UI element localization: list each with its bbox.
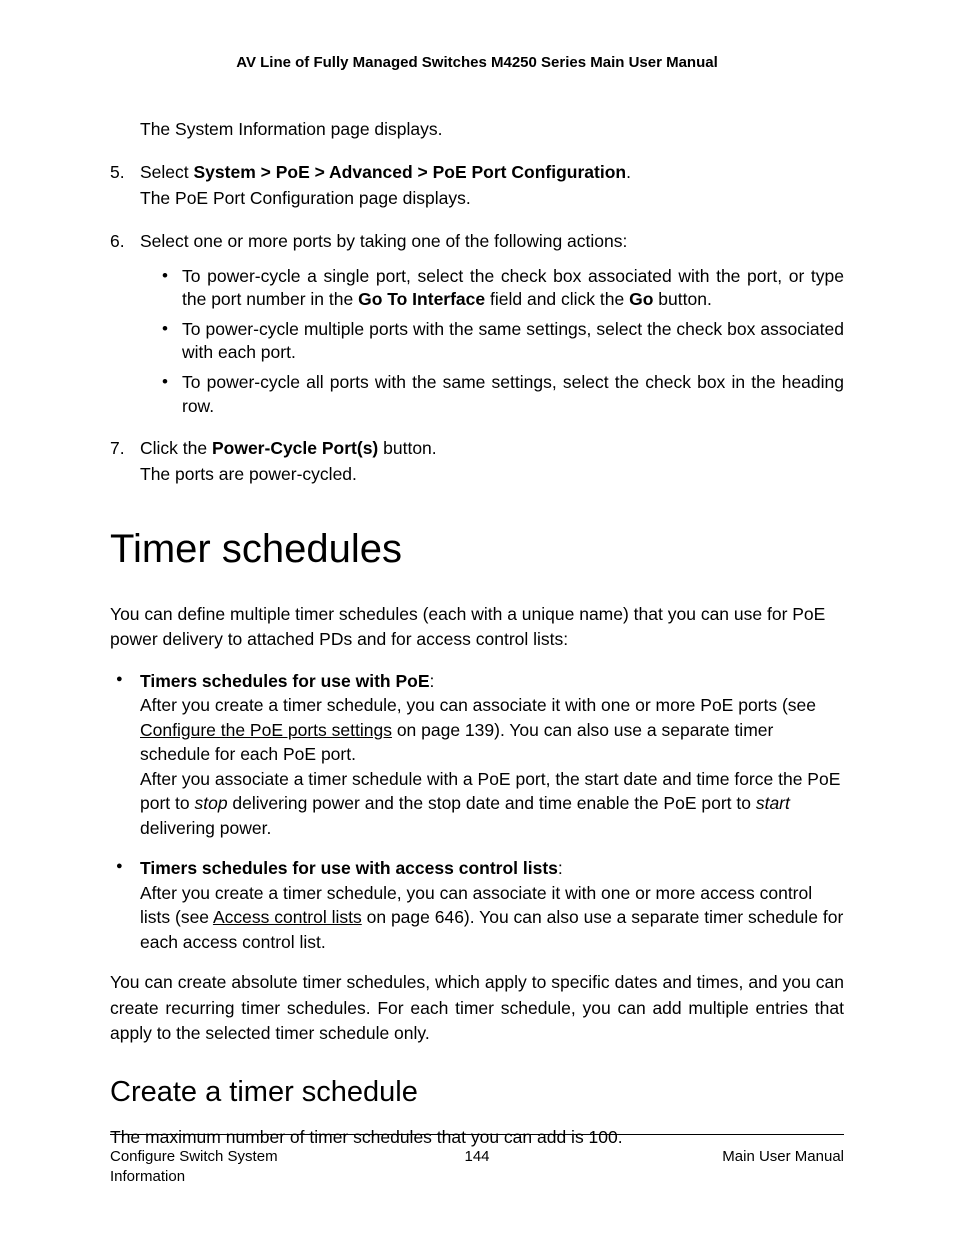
- step-after: The PoE Port Configuration page displays…: [140, 188, 471, 208]
- footer-rule: [110, 1134, 844, 1135]
- step-text: Select System > PoE > Advanced > PoE Por…: [140, 162, 631, 182]
- step-number: 5.: [110, 160, 125, 185]
- step-list: 5. Select System > PoE > Advanced > PoE …: [110, 160, 844, 487]
- section-heading-timer-schedules: Timer schedules: [110, 527, 844, 572]
- section-intro: You can define multiple timer schedules …: [110, 602, 844, 653]
- bullet-item: To power-cycle all ports with the same s…: [140, 371, 844, 418]
- link-access-control-lists[interactable]: Access control lists: [213, 907, 362, 927]
- step-text: Select one or more ports by taking one o…: [140, 231, 627, 251]
- page-number: 144: [356, 1147, 598, 1188]
- step-after: The ports are power-cycled.: [140, 464, 357, 484]
- intro-line: The System Information page displays.: [140, 117, 844, 142]
- footer-left: Configure Switch System Information: [110, 1147, 352, 1188]
- link-configure-poe-ports[interactable]: Configure the PoE ports settings: [140, 720, 392, 740]
- step-text: Click the Power-Cycle Port(s) button.: [140, 438, 437, 458]
- step-5: 5. Select System > PoE > Advanced > PoE …: [110, 160, 844, 211]
- page: AV Line of Fully Managed Switches M4250 …: [0, 0, 954, 1235]
- action-bullets: To power-cycle a single port, select the…: [140, 265, 844, 419]
- page-footer: Configure Switch System Information 144 …: [110, 1134, 844, 1188]
- subsection-heading-create-timer: Create a timer schedule: [110, 1076, 844, 1109]
- footer-right: Main User Manual: [602, 1147, 844, 1188]
- step-number: 7.: [110, 436, 125, 461]
- desc-item-acl: Timers schedules for use with access con…: [110, 856, 844, 954]
- bullet-item: To power-cycle a single port, select the…: [140, 265, 844, 312]
- bullet-item: To power-cycle multiple ports with the s…: [140, 318, 844, 365]
- section-outro: You can create absolute timer schedules,…: [110, 970, 844, 1046]
- step-7: 7. Click the Power-Cycle Port(s) button.…: [110, 436, 844, 487]
- desc-item-poe: Timers schedules for use with PoE: After…: [110, 669, 844, 841]
- description-list: Timers schedules for use with PoE: After…: [110, 669, 844, 955]
- step-number: 6.: [110, 229, 125, 254]
- step-6: 6. Select one or more ports by taking on…: [110, 229, 844, 418]
- document-header: AV Line of Fully Managed Switches M4250 …: [110, 54, 844, 71]
